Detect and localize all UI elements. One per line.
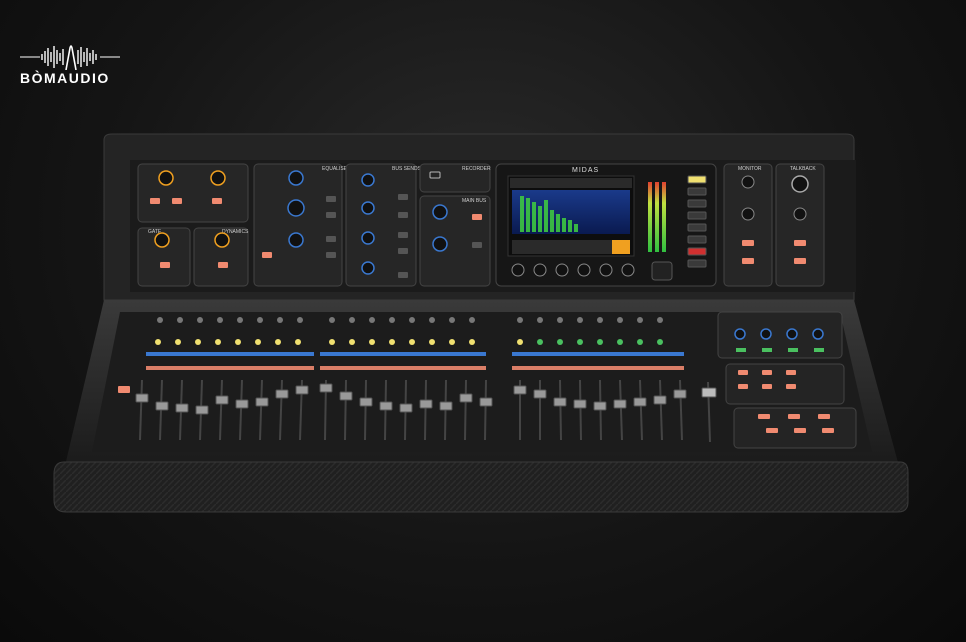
bus-sends-section [345, 163, 417, 287]
eq-frequency-knob [287, 199, 305, 217]
master-fader-cap [701, 387, 717, 398]
main-bus-section [419, 195, 491, 287]
frequency-knob [210, 170, 226, 186]
bus-sends-title: BUS SENDS [392, 166, 422, 172]
preamp-section [137, 163, 249, 223]
recorder-title: RECORDER [462, 166, 491, 172]
main-meter-right [655, 182, 659, 252]
mixing-console-photo: GATE DYNAMICS EQUALISER BUS SENDS RECORD… [53, 133, 909, 513]
main-bus-title: MAIN BUS [462, 198, 487, 204]
dynamics-threshold-knob [214, 232, 230, 248]
main-meter-3 [662, 182, 666, 252]
eq-width-knob [288, 170, 304, 186]
eq-gain-knob [288, 232, 304, 248]
xlr-socket-icon [791, 175, 809, 193]
talkback-title: TALKBACK [790, 166, 816, 172]
carbon-armrest [53, 461, 909, 513]
monitor-title: MONITOR [738, 166, 762, 172]
main-meter-left [648, 182, 652, 252]
gate-threshold-knob [154, 232, 170, 248]
navigation-pad [651, 261, 673, 281]
brand-logo: MIDAS [572, 167, 599, 174]
gain-knob [158, 170, 174, 186]
